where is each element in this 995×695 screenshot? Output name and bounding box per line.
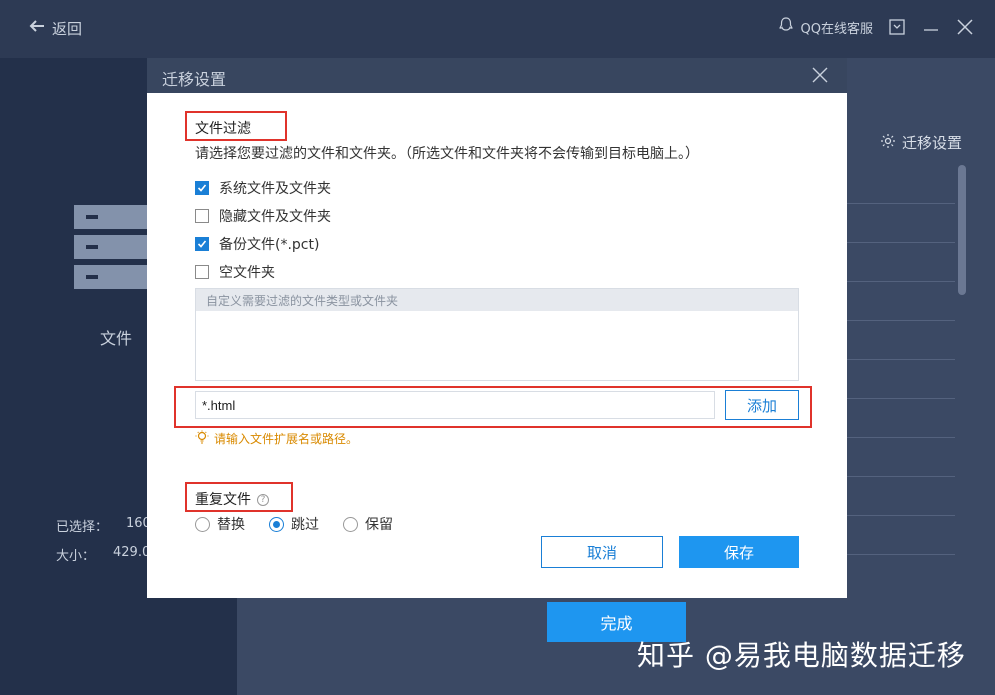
radio-keep[interactable]: 保留 xyxy=(343,514,393,534)
dropdown-menu-icon[interactable] xyxy=(887,17,907,37)
radio-selected-icon[interactable] xyxy=(269,516,284,532)
duplicate-section-title: 重复文件? xyxy=(195,489,269,509)
back-label: 返回 xyxy=(52,19,83,38)
qq-icon xyxy=(777,16,795,38)
migration-settings-label: 迁移设置 xyxy=(902,134,963,152)
gear-icon xyxy=(880,133,896,153)
qq-support-label: QQ在线客服 xyxy=(800,21,873,37)
radio-label: 保留 xyxy=(365,517,393,533)
list-item[interactable] xyxy=(845,204,955,243)
dialog-titlebar: 迁移设置 xyxy=(147,58,847,93)
file-category-label: 文件 xyxy=(100,329,133,348)
checkbox-empty-folders[interactable]: 空文件夹 xyxy=(195,262,275,282)
filter-section-title: 文件过滤 xyxy=(195,121,251,137)
checkbox-label: 备份文件(*.pct) xyxy=(219,237,320,253)
back-button[interactable]: 返回 xyxy=(28,17,82,39)
radio-label: 替换 xyxy=(217,517,245,533)
migration-settings-dialog: 迁移设置 文件过滤 请选择您要过滤的文件和文件夹。（所选文件和文件夹将不会传输到… xyxy=(147,58,847,598)
cancel-button[interactable]: 取消 xyxy=(541,536,663,568)
list-item[interactable] xyxy=(845,165,955,204)
list-item[interactable] xyxy=(845,399,955,438)
custom-filter-list[interactable]: 自定义需要过滤的文件类型或文件夹 xyxy=(195,288,799,381)
help-icon[interactable]: ? xyxy=(257,494,269,506)
radio-empty-icon[interactable] xyxy=(343,516,358,532)
file-list xyxy=(845,165,955,581)
list-scrollbar[interactable] xyxy=(958,165,966,295)
checkbox-label: 隐藏文件及文件夹 xyxy=(219,209,331,225)
list-item[interactable] xyxy=(845,438,955,477)
filter-description: 请选择您要过滤的文件和文件夹。（所选文件和文件夹将不会传输到目标电脑上。） xyxy=(195,146,699,162)
list-item[interactable] xyxy=(845,477,955,516)
list-item[interactable] xyxy=(845,516,955,555)
arrow-left-icon xyxy=(28,17,46,39)
size-label: 大小： xyxy=(56,549,96,564)
lightbulb-icon xyxy=(195,430,209,447)
dialog-title: 迁移设置 xyxy=(162,70,227,89)
checkbox-hidden-files[interactable]: 隐藏文件及文件夹 xyxy=(195,206,331,226)
checkbox-checked-icon[interactable] xyxy=(195,181,209,195)
list-item[interactable] xyxy=(845,321,955,360)
list-item[interactable] xyxy=(845,282,955,321)
app-header: 返回 QQ在线客服 xyxy=(0,0,995,58)
watermark-text: 知乎 @易我电脑数据迁移 xyxy=(637,639,966,672)
file-stack-icon xyxy=(74,205,154,295)
radio-replace[interactable]: 替换 xyxy=(195,514,245,534)
add-button[interactable]: 添加 xyxy=(725,390,799,420)
duplicate-title-text: 重复文件 xyxy=(195,492,251,508)
radio-label: 跳过 xyxy=(291,517,319,533)
migration-settings-link[interactable]: 迁移设置 xyxy=(880,132,962,153)
radio-empty-icon[interactable] xyxy=(195,516,210,532)
list-item[interactable] xyxy=(845,243,955,282)
input-hint: 请输入文件扩展名或路径。 xyxy=(195,430,358,447)
minimize-icon[interactable] xyxy=(921,17,941,37)
checkbox-system-files[interactable]: 系统文件及文件夹 xyxy=(195,178,331,198)
selected-label: 已选择： xyxy=(56,520,109,535)
custom-filter-header: 自定义需要过滤的文件类型或文件夹 xyxy=(196,289,798,311)
window-close-icon[interactable] xyxy=(955,17,975,37)
checkbox-label: 系统文件及文件夹 xyxy=(219,181,331,197)
dialog-close-icon[interactable] xyxy=(811,66,829,84)
checkbox-unchecked-icon[interactable] xyxy=(195,209,209,223)
checkbox-checked-icon[interactable] xyxy=(195,237,209,251)
save-button[interactable]: 保存 xyxy=(679,536,799,568)
filter-path-input[interactable] xyxy=(195,391,715,419)
duplicate-options: 替换 跳过 保留 xyxy=(195,514,393,534)
radio-skip[interactable]: 跳过 xyxy=(269,514,319,534)
checkbox-label: 空文件夹 xyxy=(219,265,275,281)
hint-text: 请输入文件扩展名或路径。 xyxy=(214,432,359,446)
checkbox-unchecked-icon[interactable] xyxy=(195,265,209,279)
checkbox-backup-files[interactable]: 备份文件(*.pct) xyxy=(195,234,319,254)
selected-count: 已选择： 160 xyxy=(56,516,151,535)
selected-size: 大小： 429.08 xyxy=(56,545,159,564)
list-item[interactable] xyxy=(845,360,955,399)
qq-support-button[interactable]: QQ在线客服 xyxy=(777,16,873,38)
